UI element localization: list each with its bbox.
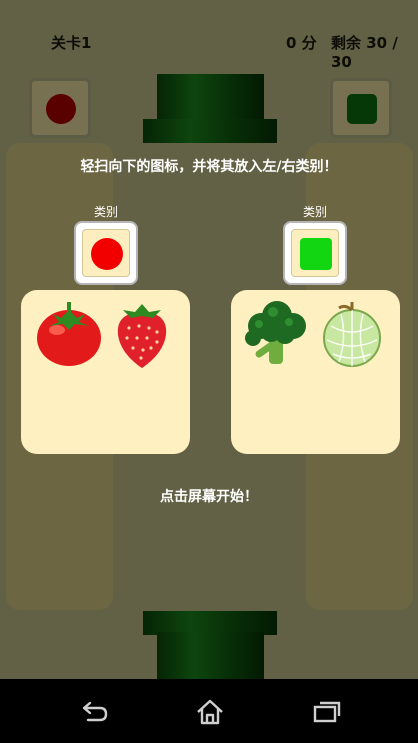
- recent-apps-icon[interactable]: [307, 697, 347, 727]
- melon-icon: [323, 302, 381, 367]
- red-circle-icon: [91, 238, 123, 270]
- strawberry-icon: [117, 304, 167, 368]
- left-category-icon: [74, 221, 138, 285]
- game-screen[interactable]: 关卡1 0 分 剩余 30 / 30 轻扫向下的图标，并将其放入左/右类别！ 类…: [0, 0, 418, 679]
- home-icon[interactable]: [190, 697, 230, 727]
- right-category-label: 类别: [302, 205, 327, 219]
- right-category-icon: [283, 221, 347, 285]
- right-category-examples: [231, 290, 400, 454]
- back-icon[interactable]: [74, 697, 114, 727]
- system-nav-bar: [0, 679, 418, 743]
- left-category-examples: [21, 290, 190, 454]
- tap-to-start-prompt[interactable]: 点击屏幕开始！: [0, 486, 418, 506]
- broccoli-icon: [245, 301, 306, 364]
- green-square-icon: [300, 238, 332, 270]
- left-category-label: 类别: [93, 205, 118, 219]
- tomato-icon: [37, 302, 101, 366]
- tutorial-instruction: 轻扫向下的图标，并将其放入左/右类别！: [80, 159, 338, 175]
